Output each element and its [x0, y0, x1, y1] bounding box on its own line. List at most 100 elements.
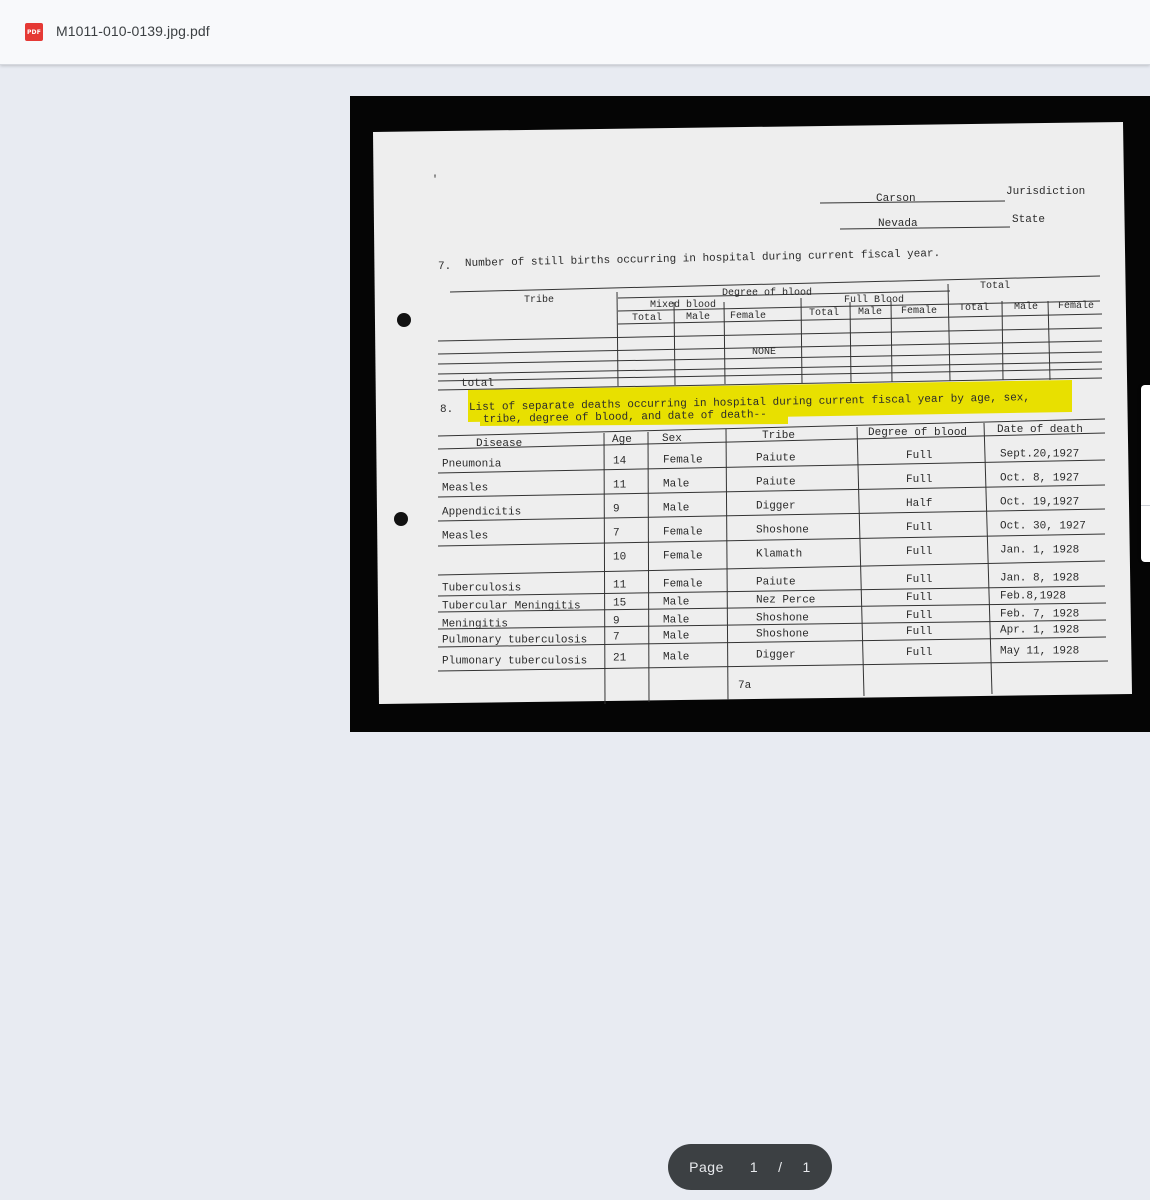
death-row-tribe: Digger — [756, 650, 796, 662]
sub-total: Total — [809, 307, 839, 319]
death-row-disease: Tuberculosis — [442, 582, 521, 594]
section8-number: 8. — [440, 404, 453, 416]
death-row-tribe: Paiute — [756, 477, 796, 489]
death-row-tribe: Nez Perce — [756, 595, 815, 607]
page-number-7a: 7a — [738, 680, 752, 692]
sub-male: Male — [858, 306, 882, 318]
death-row-blood: Full — [906, 574, 932, 586]
death-row-sex: Male — [663, 596, 689, 608]
death-row-sex: Male — [663, 630, 689, 642]
death-row-age: 10 — [613, 551, 626, 563]
document-page[interactable]: ' Carson Jurisdiction Nevada State 7. Nu… — [350, 96, 1150, 732]
binding-hole — [394, 512, 408, 526]
binding-hole — [397, 313, 411, 327]
state-label: State — [1012, 214, 1045, 226]
death-row-sex: Male — [663, 478, 689, 490]
header-age: Age — [612, 434, 632, 446]
death-row-tribe: Paiute — [756, 577, 796, 589]
page-indicator: Page 1 / 1 — [668, 1144, 832, 1190]
death-row-date: Feb.8,1928 — [1000, 590, 1066, 602]
death-row-tribe: Paiute — [756, 453, 796, 465]
death-row-age: 7 — [613, 527, 620, 539]
death-row-date: Apr. 1, 1928 — [1000, 624, 1079, 636]
col-mixed-blood: Mixed blood — [650, 299, 716, 311]
death-row-age: 15 — [613, 597, 626, 609]
scanned-document: ' Carson Jurisdiction Nevada State 7. Nu… — [373, 122, 1132, 705]
page-separator: / — [778, 1159, 783, 1175]
death-row-disease: Plumonary tuberculosis — [442, 655, 587, 667]
header-disease: Disease — [476, 438, 522, 450]
side-panel-handle[interactable] — [1141, 385, 1150, 562]
death-row-blood: Full — [906, 592, 932, 604]
section7-number: 7. — [438, 261, 451, 273]
death-row-date: Oct. 30, 1927 — [1000, 520, 1086, 532]
death-row-sex: Female — [663, 454, 703, 466]
death-row-age: 11 — [613, 579, 627, 591]
sub-female: Female — [901, 305, 937, 317]
total-row-label: total — [461, 378, 494, 390]
sub-male: Male — [1014, 301, 1038, 313]
stray-mark: ' — [432, 174, 438, 186]
death-row-date: Oct. 19,1927 — [1000, 496, 1079, 508]
death-row-sex: Male — [663, 502, 689, 514]
death-row-tribe: Digger — [756, 501, 796, 513]
jurisdiction-label: Jurisdiction — [1006, 186, 1085, 198]
file-name: M1011-010-0139.jpg.pdf — [56, 23, 210, 39]
death-row-disease: Appendicitis — [442, 506, 521, 518]
col-degree-of-blood: Degree of blood — [722, 287, 812, 299]
col-total-group: Total — [980, 280, 1010, 292]
sub-total: Total — [959, 302, 989, 314]
header-degree-of-blood: Degree of blood — [868, 427, 967, 439]
sub-female: Female — [1058, 300, 1094, 312]
death-row-disease: Meningitis — [442, 618, 508, 630]
viewer-toolbar: PDF M1011-010-0139.jpg.pdf — [0, 0, 1150, 65]
death-row-age: 21 — [613, 652, 627, 664]
death-row-date: Feb. 7, 1928 — [1000, 608, 1079, 620]
death-row-tribe: Shoshone — [756, 613, 809, 625]
death-row-age: 11 — [613, 479, 627, 491]
death-row-disease: Measles — [442, 530, 488, 542]
death-row-date: May 11, 1928 — [1000, 645, 1079, 657]
col-tribe: Tribe — [524, 294, 554, 306]
death-row-date: Sept.20,1927 — [1000, 448, 1079, 460]
death-row-date: Jan. 8, 1928 — [1000, 572, 1079, 584]
death-row-sex: Male — [663, 614, 689, 626]
death-row-age: 9 — [613, 615, 620, 627]
death-row-date: Oct. 8, 1927 — [1000, 472, 1079, 484]
col-full-blood: Full Blood — [844, 294, 904, 306]
sub-total: Total — [632, 312, 662, 324]
death-row-disease: Pulmonary tuberculosis — [442, 634, 587, 646]
header-tribe: Tribe — [762, 430, 795, 442]
sub-male: Male — [686, 311, 710, 323]
death-row-age: 9 — [613, 503, 620, 515]
total-pages: 1 — [802, 1159, 811, 1175]
death-row-age: 7 — [613, 631, 620, 643]
death-row-blood: Full — [906, 626, 932, 638]
none-label: NONE — [752, 347, 776, 358]
header-date-of-death: Date of death — [997, 424, 1083, 436]
death-row-disease: Pneumonia — [442, 458, 502, 470]
death-row-sex: Female — [663, 550, 703, 562]
death-row-blood: Full — [906, 647, 932, 659]
death-row-date: Jan. 1, 1928 — [1000, 544, 1079, 556]
death-row-disease: Tubercular Meningitis — [442, 600, 581, 612]
death-row-blood: Full — [906, 474, 932, 486]
current-page: 1 — [749, 1159, 759, 1175]
jurisdiction-value: Carson — [876, 193, 916, 205]
sub-female: Female — [730, 310, 766, 322]
death-row-disease: Measles — [442, 482, 488, 494]
death-row-tribe: Shoshone — [756, 525, 809, 537]
death-row-sex: Female — [663, 526, 703, 538]
death-row-age: 14 — [613, 455, 627, 467]
death-row-tribe: Klamath — [756, 549, 802, 561]
death-row-sex: Female — [663, 578, 703, 590]
death-row-sex: Male — [663, 651, 689, 663]
side-panel-divider — [1141, 505, 1150, 506]
death-row-tribe: Shoshone — [756, 629, 809, 641]
death-row-blood: Full — [906, 546, 932, 558]
death-row-blood: Full — [906, 450, 932, 462]
death-row-blood: Half — [906, 498, 932, 510]
death-row-blood: Full — [906, 610, 932, 622]
page-label: Page — [689, 1159, 724, 1175]
death-row-blood: Full — [906, 522, 932, 534]
